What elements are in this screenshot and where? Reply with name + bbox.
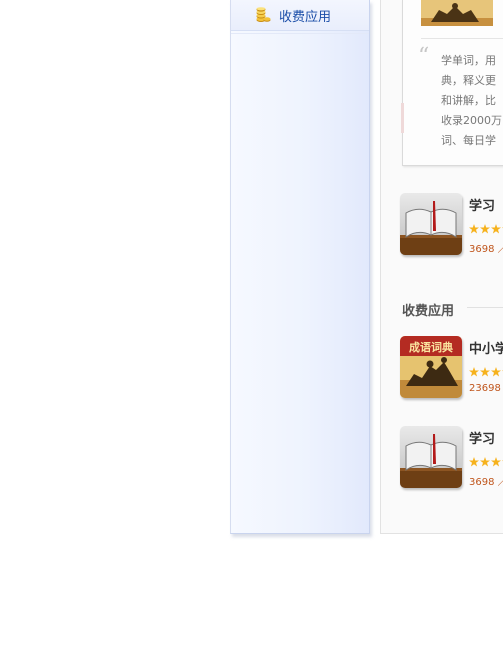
description-line: 典，释义更 [441,74,496,87]
app-name[interactable]: 学习 [469,195,495,214]
description-line: 收录2000万 [441,114,502,127]
icon-label: 成语词典 [409,340,453,354]
download-count: 3698 ／ [469,477,503,488]
sidebar-divider [231,33,369,34]
app-list-item: 成语词典 中小学 23698 [400,336,503,400]
accent-bar [401,103,404,133]
divider [467,307,503,308]
app-list-item: 学习 3698 ／ [400,426,503,490]
coins-icon [255,7,271,23]
divider [421,38,503,39]
app-name[interactable]: 学习 [469,428,495,447]
sidebar-item-label: 收费应用 [279,9,332,25]
download-count: 3698 ／ [469,244,503,255]
rating-stars [469,219,503,234]
rating-stars [469,362,503,377]
idiom-dictionary-icon[interactable] [421,0,493,26]
description-line: 学单词，用 [441,54,496,67]
description-line: 词、每日学 [441,134,496,147]
rating-stars [469,452,503,467]
app-list-item: 学习 3698 ／ [400,193,503,257]
book-icon[interactable] [400,426,462,488]
sidebar-item-paid-apps[interactable]: 收费应用 [231,0,369,31]
download-count: 23698 [469,383,501,394]
app-name[interactable]: 中小学 [469,338,503,357]
description-line: 和讲解，比 [441,94,496,107]
section-title: 收费应用 [402,304,455,319]
sidebar: 收费应用 [230,0,370,534]
app-description-box: “ 学单词，用 典，释义更 和讲解，比 收录2000万 词、每日学 [401,0,503,166]
quote-icon: “ [418,44,430,69]
idiom-dictionary-icon[interactable]: 成语词典 [400,336,462,398]
book-icon[interactable] [400,193,462,255]
